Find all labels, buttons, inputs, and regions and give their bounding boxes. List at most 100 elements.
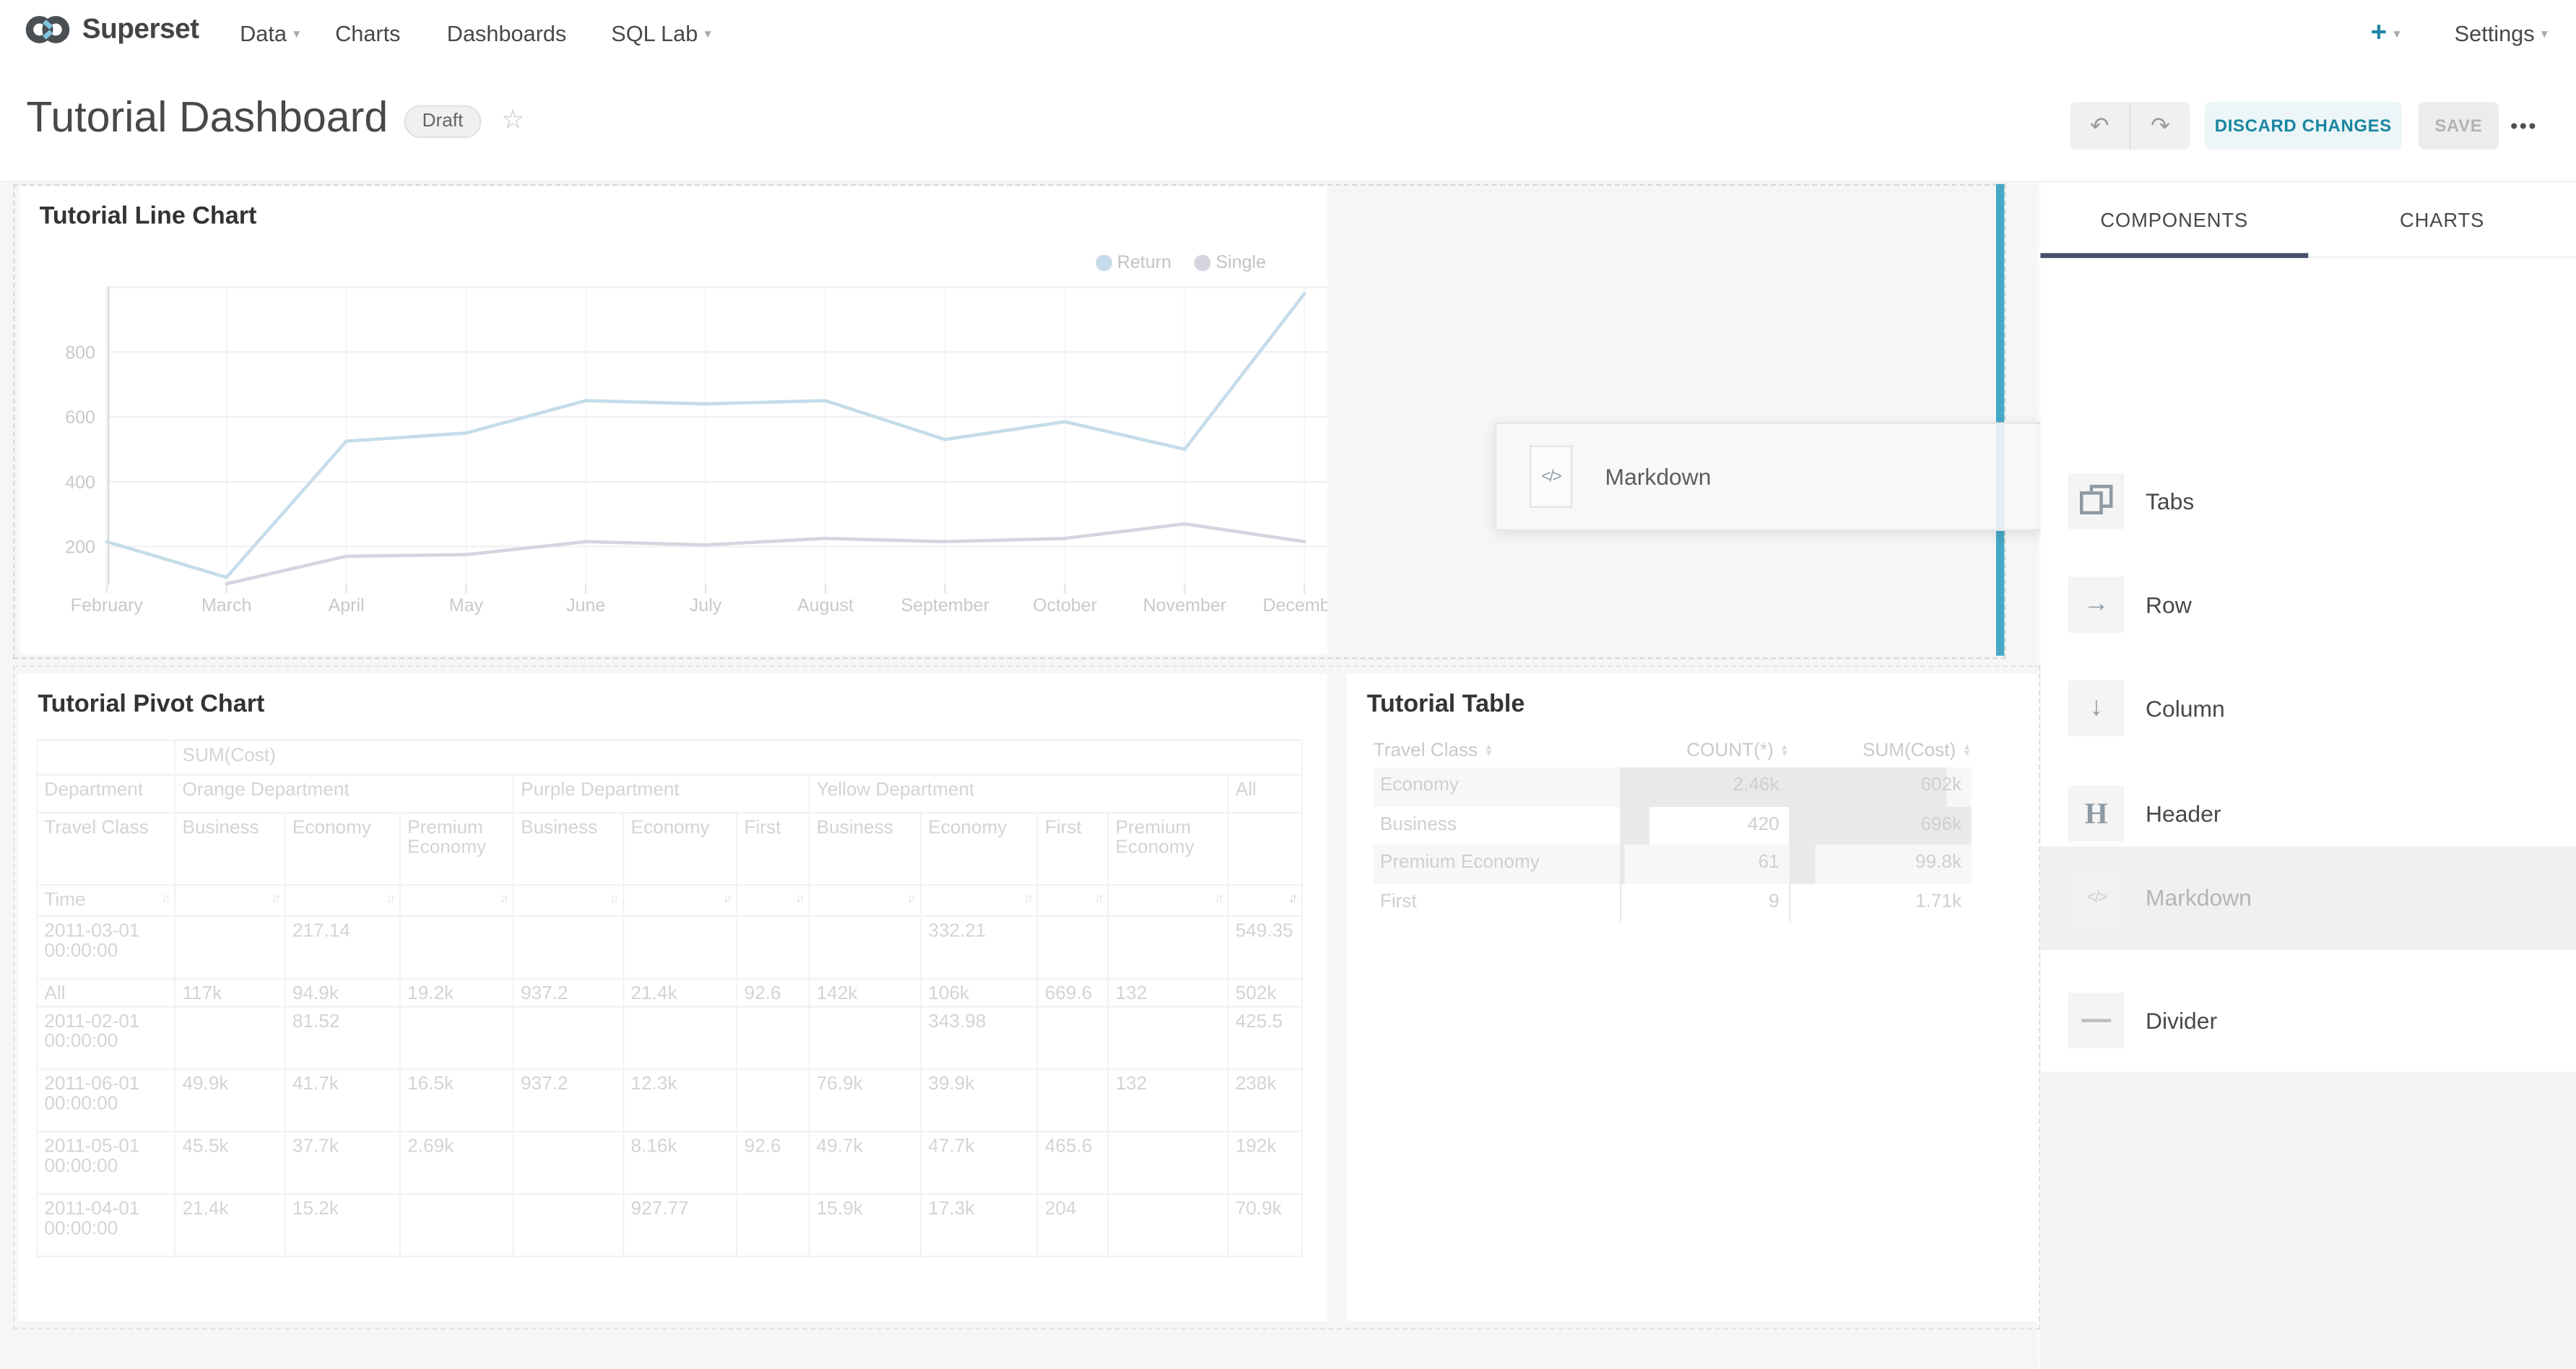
pivot-value-cell: 94.9k xyxy=(286,980,401,1008)
pivot-value-cell: 12.3k xyxy=(624,1070,737,1132)
count-cell: 9 xyxy=(1620,884,1789,922)
sort-icon[interactable]: ↓↑ xyxy=(723,891,729,905)
pivot-cell: ↓↑ xyxy=(175,886,285,917)
pivot-value-cell: 2.69k xyxy=(401,1132,514,1194)
pivot-value-cell: 927.77 xyxy=(624,1195,737,1257)
row-arrow-icon: → xyxy=(2068,576,2124,632)
pivot-value-cell: 19.2k xyxy=(401,980,514,1008)
pivot-value-cell: 21.4k xyxy=(175,1195,285,1257)
chevron-down-icon: ▾ xyxy=(293,25,300,40)
save-button[interactable]: SAVE xyxy=(2419,102,2499,150)
pivot-chart-card: Tutorial Pivot Chart SUM(Cost)Department… xyxy=(18,674,1327,1321)
x-axis-label: October xyxy=(1033,595,1097,616)
table-row: Business420696k xyxy=(1374,806,1972,845)
component-item-row[interactable]: → Row xyxy=(2040,563,2576,646)
sort-icon[interactable]: ↓↑ xyxy=(1288,891,1294,905)
component-item-column[interactable]: ↓ Column xyxy=(2040,668,2576,750)
nav-item-charts[interactable]: Charts xyxy=(335,0,400,66)
sort-icon[interactable]: ↓↑ xyxy=(500,891,506,905)
sort-icon[interactable]: ↓↑ xyxy=(1023,891,1030,905)
pivot-value-cell: 49.7k xyxy=(810,1132,922,1194)
legend-item-single[interactable]: Single xyxy=(1194,253,1266,272)
nav-item-dashboards[interactable]: Dashboards xyxy=(447,0,567,66)
column-header-count[interactable]: COUNT(*) ▲▼ xyxy=(1620,735,1789,767)
component-item-tabs[interactable]: Tabs xyxy=(2040,460,2576,543)
pivot-value-cell xyxy=(1038,1007,1109,1069)
pivot-value-cell xyxy=(514,1195,624,1257)
pivot-class-header: Economy xyxy=(624,813,737,886)
count-cell: 61 xyxy=(1620,845,1789,883)
pivot-value-cell: 465.6 xyxy=(1038,1132,1109,1194)
sort-icon[interactable]: ↓↑ xyxy=(271,891,277,905)
dashboard-canvas: Tutorial Line Chart Return Single Februa… xyxy=(0,181,2037,1369)
pivot-value-cell xyxy=(1109,917,1229,979)
pivot-value-cell: 21.4k xyxy=(624,980,737,1008)
column-arrow-icon: ↓ xyxy=(2068,681,2124,736)
sort-icon[interactable]: ↓↑ xyxy=(1094,891,1101,905)
sort-icon[interactable]: ↓↑ xyxy=(610,891,616,905)
travel-class-cell: First xyxy=(1374,884,1620,922)
pivot-value-cell: 45.5k xyxy=(175,1132,285,1194)
pivot-value-cell xyxy=(737,917,810,979)
pivot-value-cell: 204 xyxy=(1038,1195,1109,1257)
sort-icon[interactable]: ↓↑ xyxy=(907,891,914,905)
pivot-cell: ↓↑ xyxy=(286,886,401,917)
undo-button[interactable]: ↶ xyxy=(2070,102,2129,150)
component-item-header[interactable]: H Header xyxy=(2040,772,2576,855)
sort-icon[interactable]: ↓↑ xyxy=(386,891,393,905)
y-axis-label: 600 xyxy=(65,407,95,428)
discard-changes-button[interactable]: DISCARD CHANGES xyxy=(2205,102,2402,150)
pivot-value-cell: 70.9k xyxy=(1229,1195,1303,1257)
favorite-star-icon[interactable]: ☆ xyxy=(501,103,525,136)
pivot-row: DepartmentOrange DepartmentPurple Depart… xyxy=(36,776,1303,813)
column-header-sum-cost[interactable]: SUM(Cost) ▲▼ xyxy=(1789,735,1972,767)
panel-empty-area xyxy=(2040,1071,2576,1369)
sort-icon[interactable]: ↓↑ xyxy=(161,891,168,905)
component-item-markdown[interactable]: </> Markdown xyxy=(2040,856,2576,938)
pivot-value-cell xyxy=(624,917,737,979)
chart-title: Tutorial Table xyxy=(1367,690,1525,718)
tab-charts[interactable]: CHARTS xyxy=(2308,183,2576,256)
pivot-value-cell: 549.35 xyxy=(1229,917,1303,979)
plus-icon: + xyxy=(2371,17,2388,49)
pivot-rowdim-header: Travel Class xyxy=(36,813,175,886)
markdown-drag-ghost[interactable]: </> Markdown xyxy=(1495,423,2047,531)
nav-item-data[interactable]: Data▾ xyxy=(240,0,300,66)
pivot-value-cell xyxy=(401,1195,514,1257)
nav-item-sqllab[interactable]: SQL Lab▾ xyxy=(611,0,711,66)
pivot-cell: ↓↑ xyxy=(624,886,737,917)
pivot-row: SUM(Cost) xyxy=(36,740,1303,776)
tab-components[interactable]: COMPONENTS xyxy=(2040,183,2308,256)
sort-icon[interactable]: ↓↑ xyxy=(1214,891,1220,905)
pivot-corner-header: Department xyxy=(36,776,175,813)
column-header-travel-class[interactable]: Travel Class ▲▼ xyxy=(1374,735,1620,767)
superset-logo[interactable]: Superset xyxy=(23,8,199,51)
table-row: Economy2.46k602k xyxy=(1374,767,1972,806)
pivot-value-cell xyxy=(1038,917,1109,979)
component-item-divider[interactable]: Divider xyxy=(2040,980,2576,1062)
pivot-value-cell: 49.9k xyxy=(175,1070,285,1132)
pivot-class-header: Business xyxy=(514,813,624,886)
pivot-class-header: Premium Economy xyxy=(1109,813,1229,886)
pivot-value-cell xyxy=(514,917,624,979)
pivot-value-cell: 332.21 xyxy=(921,917,1038,979)
pivot-value-cell: 8.16k xyxy=(624,1132,737,1194)
pivot-time-cell: 2011-04-01 00:00:00 xyxy=(36,1195,175,1257)
more-options-button[interactable]: ••• xyxy=(2510,102,2538,150)
pivot-row: 2011-06-01 00:00:0049.9k41.7k16.5k937.21… xyxy=(36,1070,1303,1132)
sort-icon[interactable]: ↓↑ xyxy=(795,891,802,905)
settings-menu[interactable]: Settings▾ xyxy=(2455,0,2548,66)
legend-item-return[interactable]: Return xyxy=(1096,253,1171,272)
pivot-value-cell: 132 xyxy=(1109,1070,1229,1132)
brand-name: Superset xyxy=(82,13,199,46)
pivot-value-cell xyxy=(175,1007,285,1069)
pivot-value-cell: 81.52 xyxy=(286,1007,401,1069)
builder-panel: COMPONENTS CHARTS Tabs → Row ↓ Column H … xyxy=(2040,181,2576,1369)
table-row: First91.71k xyxy=(1374,884,1972,922)
new-item-button[interactable]: + ▾ xyxy=(2371,0,2401,66)
redo-button[interactable]: ↷ xyxy=(2129,102,2190,150)
pivot-row: 2011-02-01 00:00:0081.52343.98425.5 xyxy=(36,1007,1303,1069)
pivot-value-cell xyxy=(624,1007,737,1069)
pivot-value-cell xyxy=(401,917,514,979)
travel-class-cell: Economy xyxy=(1374,767,1620,806)
